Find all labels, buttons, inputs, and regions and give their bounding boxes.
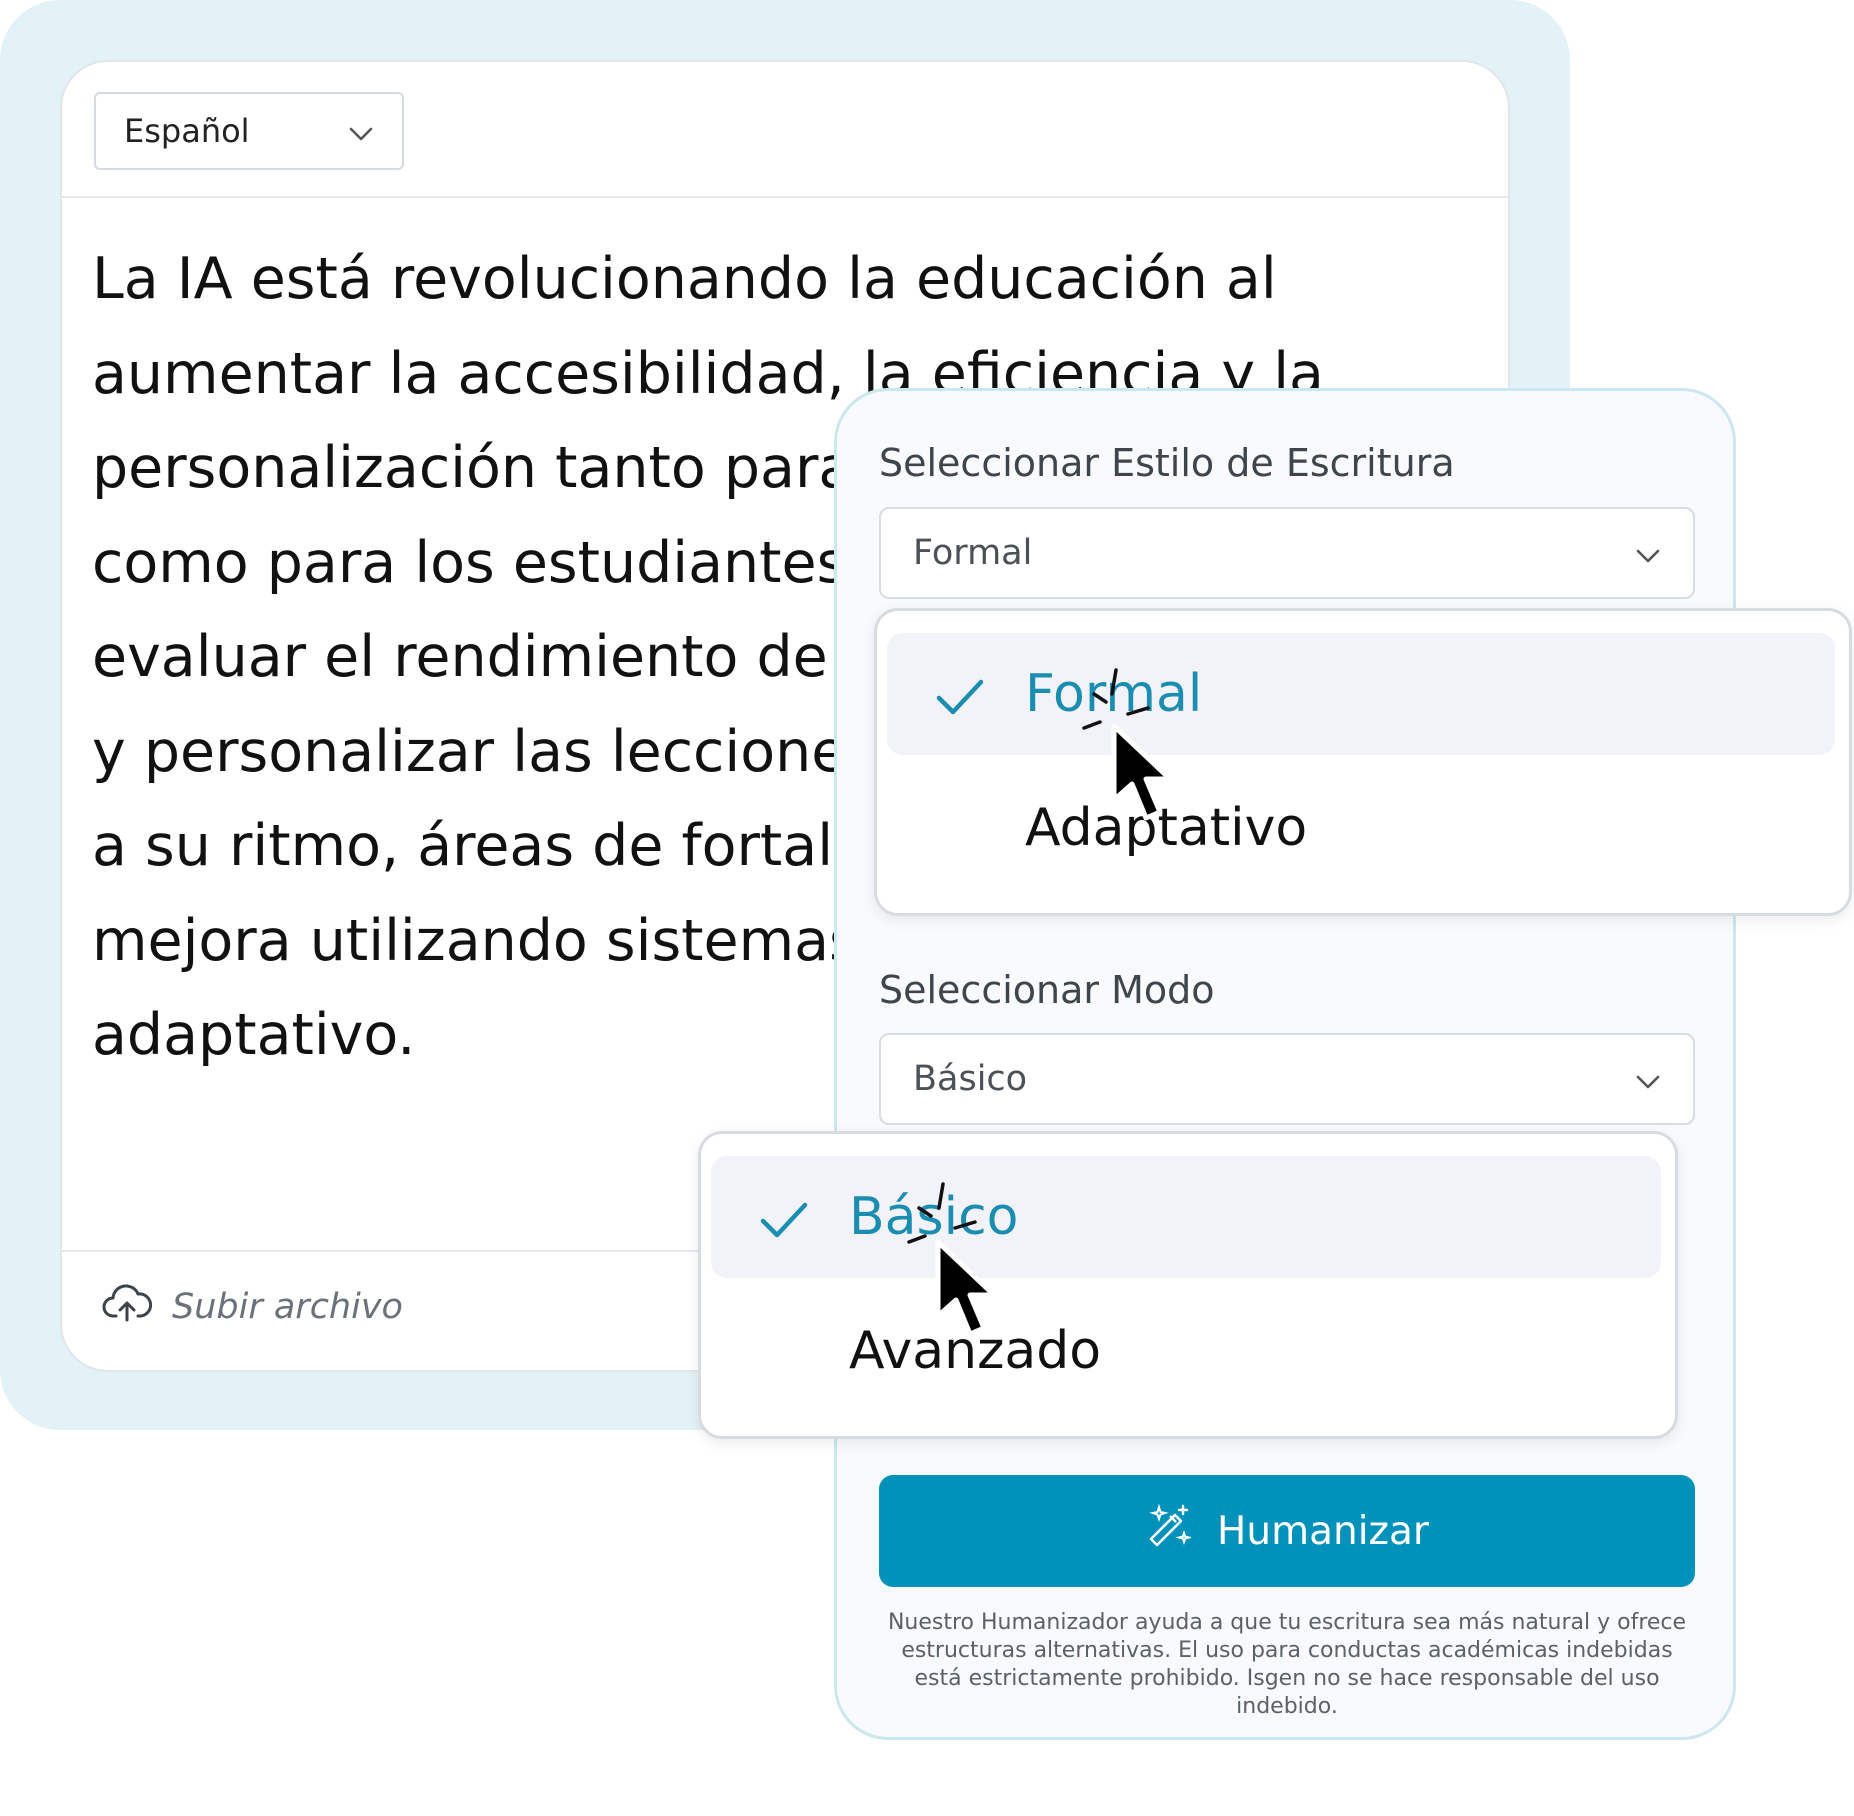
- mode-option-basico[interactable]: Básico: [711, 1156, 1661, 1278]
- writing-style-dropdown-menu: Formal Adaptativo: [874, 608, 1852, 916]
- mode-label: Seleccionar Modo: [879, 968, 1215, 1012]
- style-option-formal[interactable]: Formal: [887, 633, 1835, 755]
- disclaimer-text: Nuestro Humanizador ayuda a que tu escri…: [887, 1610, 1687, 1719]
- style-option-adaptativo[interactable]: Adaptativo: [887, 767, 1835, 889]
- writing-style-label: Seleccionar Estilo de Escritura: [879, 441, 1455, 485]
- checkmark-icon: [759, 1194, 809, 1254]
- writing-style-select-value: Formal: [913, 533, 1033, 573]
- checkmark-icon: [935, 671, 985, 731]
- upload-file-button[interactable]: Subir archivo: [102, 1282, 403, 1331]
- humanize-button[interactable]: Humanizar: [879, 1475, 1695, 1587]
- mode-option-avanzado[interactable]: Avanzado: [711, 1290, 1661, 1412]
- mouse-pointer-icon: [1111, 723, 1173, 821]
- mode-select[interactable]: Básico: [879, 1033, 1695, 1125]
- mode-select-value: Básico: [913, 1059, 1028, 1099]
- cloud-upload-icon: [102, 1282, 153, 1331]
- humanizer-settings-panel: Seleccionar Estilo de Escritura Formal S…: [834, 388, 1736, 1740]
- mouse-pointer-icon: [935, 1239, 997, 1337]
- writing-style-select[interactable]: Formal: [879, 507, 1695, 599]
- chevron-down-icon: [348, 112, 374, 150]
- language-select[interactable]: Español: [94, 92, 404, 170]
- magic-wand-icon: [1145, 1503, 1193, 1559]
- chevron-down-icon: [1635, 533, 1661, 573]
- upload-file-label: Subir archivo: [172, 1286, 403, 1327]
- language-select-value: Español: [124, 112, 250, 150]
- chevron-down-icon: [1635, 1059, 1661, 1099]
- mode-dropdown-menu: Básico Avanzado: [698, 1131, 1678, 1439]
- humanize-button-label: Humanizar: [1217, 1508, 1429, 1554]
- editor-divider: [62, 196, 1508, 198]
